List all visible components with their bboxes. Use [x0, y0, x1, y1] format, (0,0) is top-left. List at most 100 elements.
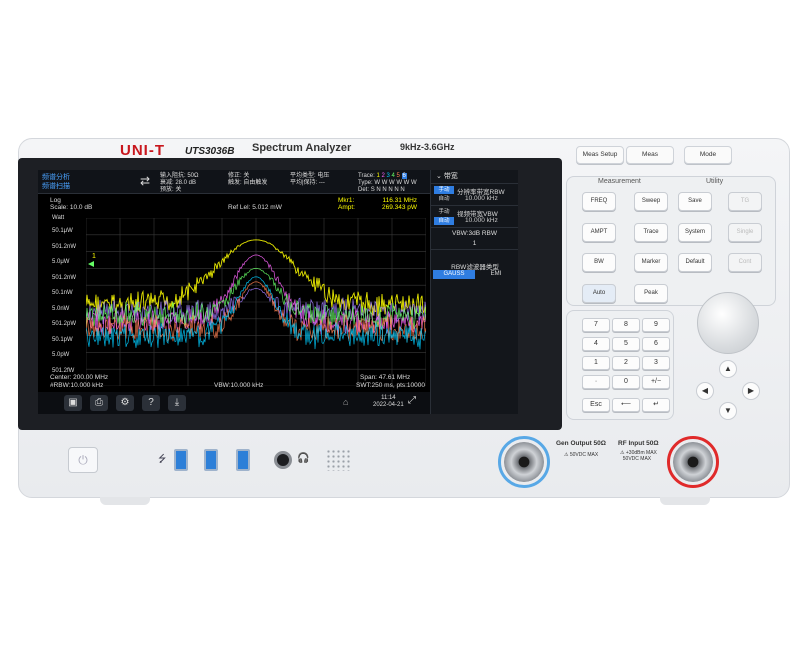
clock: 11:14 2022-04-21	[373, 395, 404, 408]
arrow-down-key[interactable]: ▼	[719, 402, 737, 420]
cont-key[interactable]: Cont	[728, 253, 762, 272]
numpad-key[interactable]: 1	[582, 356, 610, 370]
center-freq: Center: 200.00 MHz	[50, 374, 109, 381]
home-icon[interactable]: ⌂	[343, 397, 348, 407]
marker-1-label[interactable]: 1	[92, 253, 96, 260]
numpad-key[interactable]: 4	[582, 337, 610, 351]
scale-bar: Log Scale: 10.0 dB Ref Lel: 5.012 mW Mkr…	[38, 195, 428, 217]
screenshot-icon[interactable]: ▣	[64, 395, 82, 411]
numpad-key[interactable]: 7	[582, 318, 610, 332]
rotary-knob[interactable]	[697, 292, 759, 354]
numpad-key[interactable]: +/−	[642, 375, 670, 389]
fullscreen-icon[interactable]: ⤢	[408, 395, 416, 406]
mode-indicator[interactable]: 频谱分析 频谱扫描	[42, 173, 70, 191]
mode-button[interactable]: Mode	[684, 146, 732, 164]
numpad-key[interactable]: 3	[642, 356, 670, 370]
headphone-icon: 🎧	[297, 453, 310, 464]
product-title: Spectrum Analyzer	[252, 142, 352, 154]
gen-output-label: Gen Output 50Ω	[556, 440, 606, 447]
menu-vbw-rbw-ratio[interactable]: VBW:3dB RBW 1	[431, 228, 518, 250]
meas-button[interactable]: Meas	[626, 146, 674, 164]
y-axis-label: 501.2fW	[52, 367, 75, 374]
numpad-key[interactable]: 2	[612, 356, 640, 370]
menu-vbw[interactable]: 手动 自动 视频带宽VBW 10.000 kHz	[431, 206, 518, 228]
scale-value: Scale: 10.0 dB	[50, 204, 93, 211]
power-button[interactable]: ⏻	[68, 447, 98, 473]
frequency-range: 9kHz-3.6GHz	[400, 142, 455, 152]
swap-icon[interactable]: ⇄	[140, 174, 150, 188]
gen-output-connector[interactable]	[504, 442, 544, 482]
single-key[interactable]: Single	[728, 223, 762, 242]
bw-key[interactable]: BW	[582, 253, 616, 272]
y-axis-label: 50.1μW	[52, 228, 73, 234]
esc-key[interactable]: Esc	[582, 398, 610, 412]
y-axis-label: 50.1nW	[52, 290, 73, 296]
help-icon[interactable]: ?	[142, 395, 160, 411]
menu-filter-type[interactable]: RBW滤波器类型 GAUSS EMI	[431, 259, 518, 283]
arrow-right-key[interactable]: ▶	[742, 382, 760, 400]
headphone-jack[interactable]	[274, 451, 292, 469]
brand-logo: UNI-T	[120, 142, 165, 159]
marker-key[interactable]: Marker	[634, 253, 668, 272]
average-status: 平均类型: 电压 平均|保持: ---	[290, 173, 330, 186]
gen-output-warning: ⚠ 50VDC MAX	[564, 452, 599, 458]
y-axis-label: 5.0μW	[52, 259, 70, 265]
marker-arrow-icon	[88, 261, 94, 267]
y-axis-label: 501.2nW	[52, 243, 77, 250]
rf-input-label: RF Input 50Ω	[618, 440, 659, 447]
model-label: UTS3036B	[185, 146, 235, 157]
spectrum-plot[interactable]: 1	[86, 218, 426, 386]
peak-key[interactable]: Peak	[634, 284, 668, 303]
scale-mode: Log	[50, 197, 61, 204]
numpad-key[interactable]: 6	[642, 337, 670, 351]
sweep-time: SWT:250 ms, pts:10000	[356, 382, 426, 389]
meas-setup-button[interactable]: Meas Setup	[576, 146, 624, 164]
span-readout: Span: 47.61 MHz	[360, 374, 411, 381]
freq-key[interactable]: FREQ	[582, 192, 616, 211]
menu-title[interactable]: ⌄ 带宽	[431, 170, 518, 184]
rf-input-warning: ⚠ +30dBm MAX 50VDC MAX	[620, 450, 657, 462]
download-icon[interactable]: ⤓	[168, 395, 186, 411]
sweep-key[interactable]: Sweep	[634, 192, 668, 211]
system-key[interactable]: System	[678, 223, 712, 242]
default-key[interactable]: Default	[678, 253, 712, 272]
y-axis-label: 5.0nW	[52, 305, 70, 312]
foot-right	[660, 497, 710, 505]
numpad-key[interactable]: 9	[642, 318, 670, 332]
screen-toolbar: ▣ ⎙ ⚙ ? ⤓ ⌂ 11:14 2022-04-21 ⤢	[38, 392, 430, 414]
auto-key[interactable]: Auto	[582, 284, 616, 303]
trigger-status: 修正: 关触发: 自由触发	[228, 173, 268, 186]
arrow-left-key[interactable]: ◀	[696, 382, 714, 400]
gear-icon[interactable]: ⚙	[116, 395, 134, 411]
numpad-key[interactable]: 5	[612, 337, 640, 351]
tg-key[interactable]: TG	[728, 192, 762, 211]
status-header: 频谱分析 频谱扫描 ⇄ 输入阻抗: 50Ω 衰减: 28.0 dB 预放: 关 修正…	[38, 170, 468, 194]
usb-port-3[interactable]	[236, 449, 250, 471]
filter-gauss[interactable]: GAUSS	[433, 270, 475, 279]
speaker-grille	[326, 449, 352, 471]
unit-label: Watt	[52, 215, 65, 221]
trace-table[interactable]: Trace: 1 2 3 4 5 6 Type: W W W W W W Det…	[358, 173, 417, 194]
foot-left	[100, 497, 150, 505]
utility-section-label: Utility	[706, 178, 724, 185]
y-axis-label: 5.0pW	[52, 352, 70, 358]
rf-input-connector[interactable]	[673, 442, 713, 482]
usb-port-1[interactable]	[174, 449, 188, 471]
numpad-key[interactable]: 8	[612, 318, 640, 332]
arrow-up-key[interactable]: ▲	[719, 360, 737, 378]
usb-icon: ⭍	[158, 454, 167, 465]
numpad-key[interactable]: ·	[582, 375, 610, 389]
ampt-key[interactable]: AMPT	[582, 223, 616, 242]
trace-key[interactable]: Trace	[634, 223, 668, 242]
y-axis-label: 501.2nW	[52, 274, 77, 281]
y-axis-label: 50.1pW	[52, 336, 73, 343]
save-key[interactable]: Save	[678, 192, 712, 211]
enter-key[interactable]: ↵	[642, 398, 670, 412]
ref-level: Ref Lel: 5.012 mW	[228, 204, 282, 211]
backspace-key[interactable]: ⟵	[612, 398, 640, 412]
print-icon[interactable]: ⎙	[90, 395, 108, 411]
filter-emi[interactable]: EMI	[475, 270, 517, 279]
numpad-key[interactable]: 0	[612, 375, 640, 389]
usb-port-2[interactable]	[204, 449, 218, 471]
menu-rbw[interactable]: 手动 自动 分辨率带宽RBW 10.000 kHz	[431, 184, 518, 206]
